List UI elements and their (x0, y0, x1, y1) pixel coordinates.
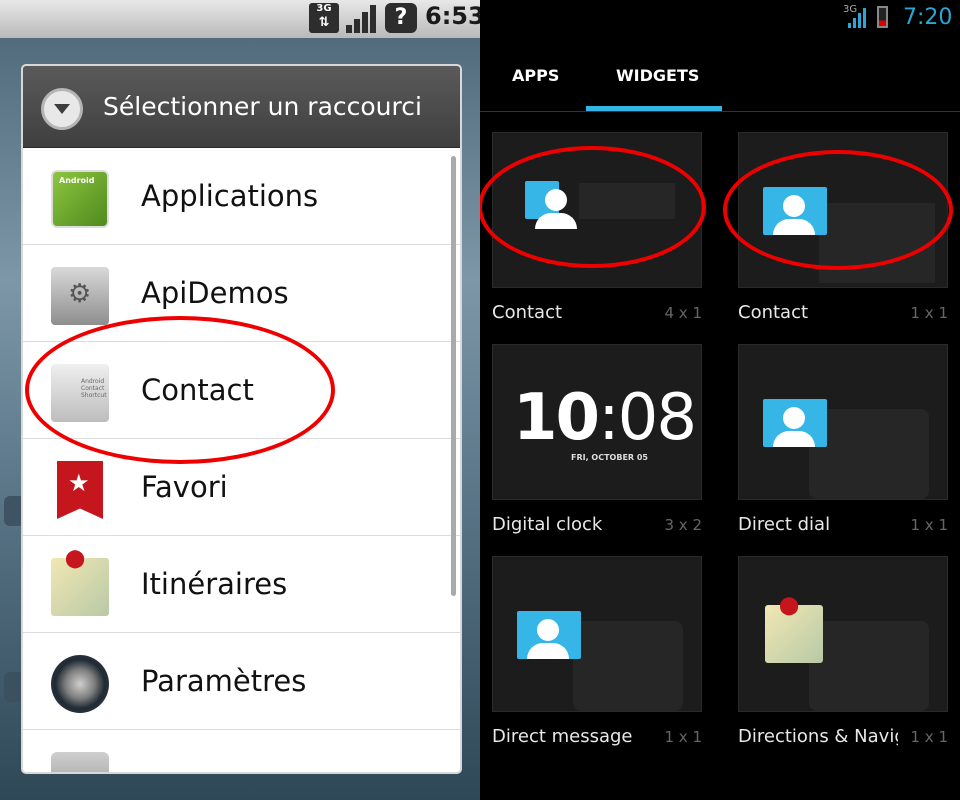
widget-directions-navigation[interactable]: Directions & Navig 1 x 1 (726, 556, 948, 756)
folder-gear-icon (51, 267, 109, 325)
widget-span: 1 x 1 (664, 728, 703, 746)
widget-name: Contact (492, 302, 563, 323)
shortcut-item-label: Favori (141, 470, 228, 504)
status-time: 7:20 (903, 5, 953, 30)
directions-map-icon (51, 548, 109, 616)
highlight-oval (25, 316, 335, 464)
dropdown-arrow-icon (41, 88, 83, 130)
widget-span: 1 x 1 (910, 728, 949, 746)
settings-icon (51, 655, 109, 713)
direct-message-icon (517, 611, 581, 659)
highlight-oval (480, 146, 706, 268)
dialog-scrollbar[interactable] (451, 156, 456, 596)
status-time: 6:53 (425, 2, 480, 30)
widget-name: Digital clock (492, 514, 603, 535)
signal-strength-icon (846, 8, 866, 28)
widget-preview (738, 344, 948, 500)
widget-span: 1 x 1 (910, 304, 949, 322)
playlist-icon (51, 752, 109, 772)
bookmark-star-icon (57, 461, 103, 519)
widget-placeholder (809, 409, 929, 499)
widget-span: 1 x 1 (910, 516, 949, 534)
widget-name: Direct dial (738, 514, 831, 535)
widget-name: Contact (738, 302, 809, 323)
signal-strength-icon (346, 3, 378, 33)
widget-direct-message[interactable]: Direct message 1 x 1 (480, 556, 702, 756)
clock-date: FRI, OCTOBER 05 (571, 453, 648, 462)
status-bar: 3G 7:20 (480, 0, 960, 36)
battery-low-icon (877, 6, 888, 28)
shortcut-item-label: Applications (141, 179, 319, 213)
widget-name: Direct message (492, 726, 633, 747)
tab-apps[interactable]: APPS (512, 66, 559, 85)
ics-screen: 3G 7:20 APPS WIDGETS Contact 4 x 1 Conta… (480, 0, 960, 800)
widget-preview: 10:08 FRI, OCTOBER 05 (492, 344, 702, 500)
direct-dial-icon (763, 399, 827, 447)
widget-span: 3 x 2 (664, 516, 703, 534)
widget-preview (738, 556, 948, 712)
tab-bar: APPS WIDGETS (480, 40, 960, 112)
tab-widgets[interactable]: WIDGETS (616, 66, 699, 85)
shortcut-item-playlist[interactable] (23, 730, 460, 772)
directions-map-icon (765, 595, 823, 663)
widget-placeholder (809, 621, 929, 711)
widget-span: 4 x 1 (664, 304, 703, 322)
help-icon: ? (385, 3, 417, 33)
dialog-title: Sélectionner un raccourci (103, 92, 422, 121)
android-apps-icon (51, 170, 109, 228)
dialog-header: Sélectionner un raccourci (23, 66, 460, 148)
shortcut-item-applications[interactable]: Applications (23, 148, 460, 245)
highlight-oval (723, 150, 953, 270)
shortcut-item-parametres[interactable]: Paramètres (23, 633, 460, 730)
widget-placeholder (573, 621, 683, 711)
gingerbread-screen: 3G⇅ ? 6:53 Sélectionner un raccourci App… (0, 0, 480, 800)
shortcut-item-label: Paramètres (141, 664, 307, 698)
shortcut-item-label: Itinéraires (141, 567, 288, 601)
widget-preview (492, 556, 702, 712)
widget-direct-dial[interactable]: Direct dial 1 x 1 (726, 344, 948, 544)
3g-data-icon: 3G ⇅ (309, 3, 339, 33)
divider (480, 111, 960, 112)
clock-preview: 10:08 (513, 381, 697, 455)
shortcut-item-label: ApiDemos (141, 276, 289, 310)
widget-digital-clock[interactable]: 10:08 FRI, OCTOBER 05 Digital clock 3 x … (480, 344, 702, 544)
shortcut-item-itineraires[interactable]: Itinéraires (23, 536, 460, 633)
status-bar: 3G ⇅ ? 6:53 (0, 0, 480, 38)
widget-name: Directions & Navig (738, 726, 898, 747)
